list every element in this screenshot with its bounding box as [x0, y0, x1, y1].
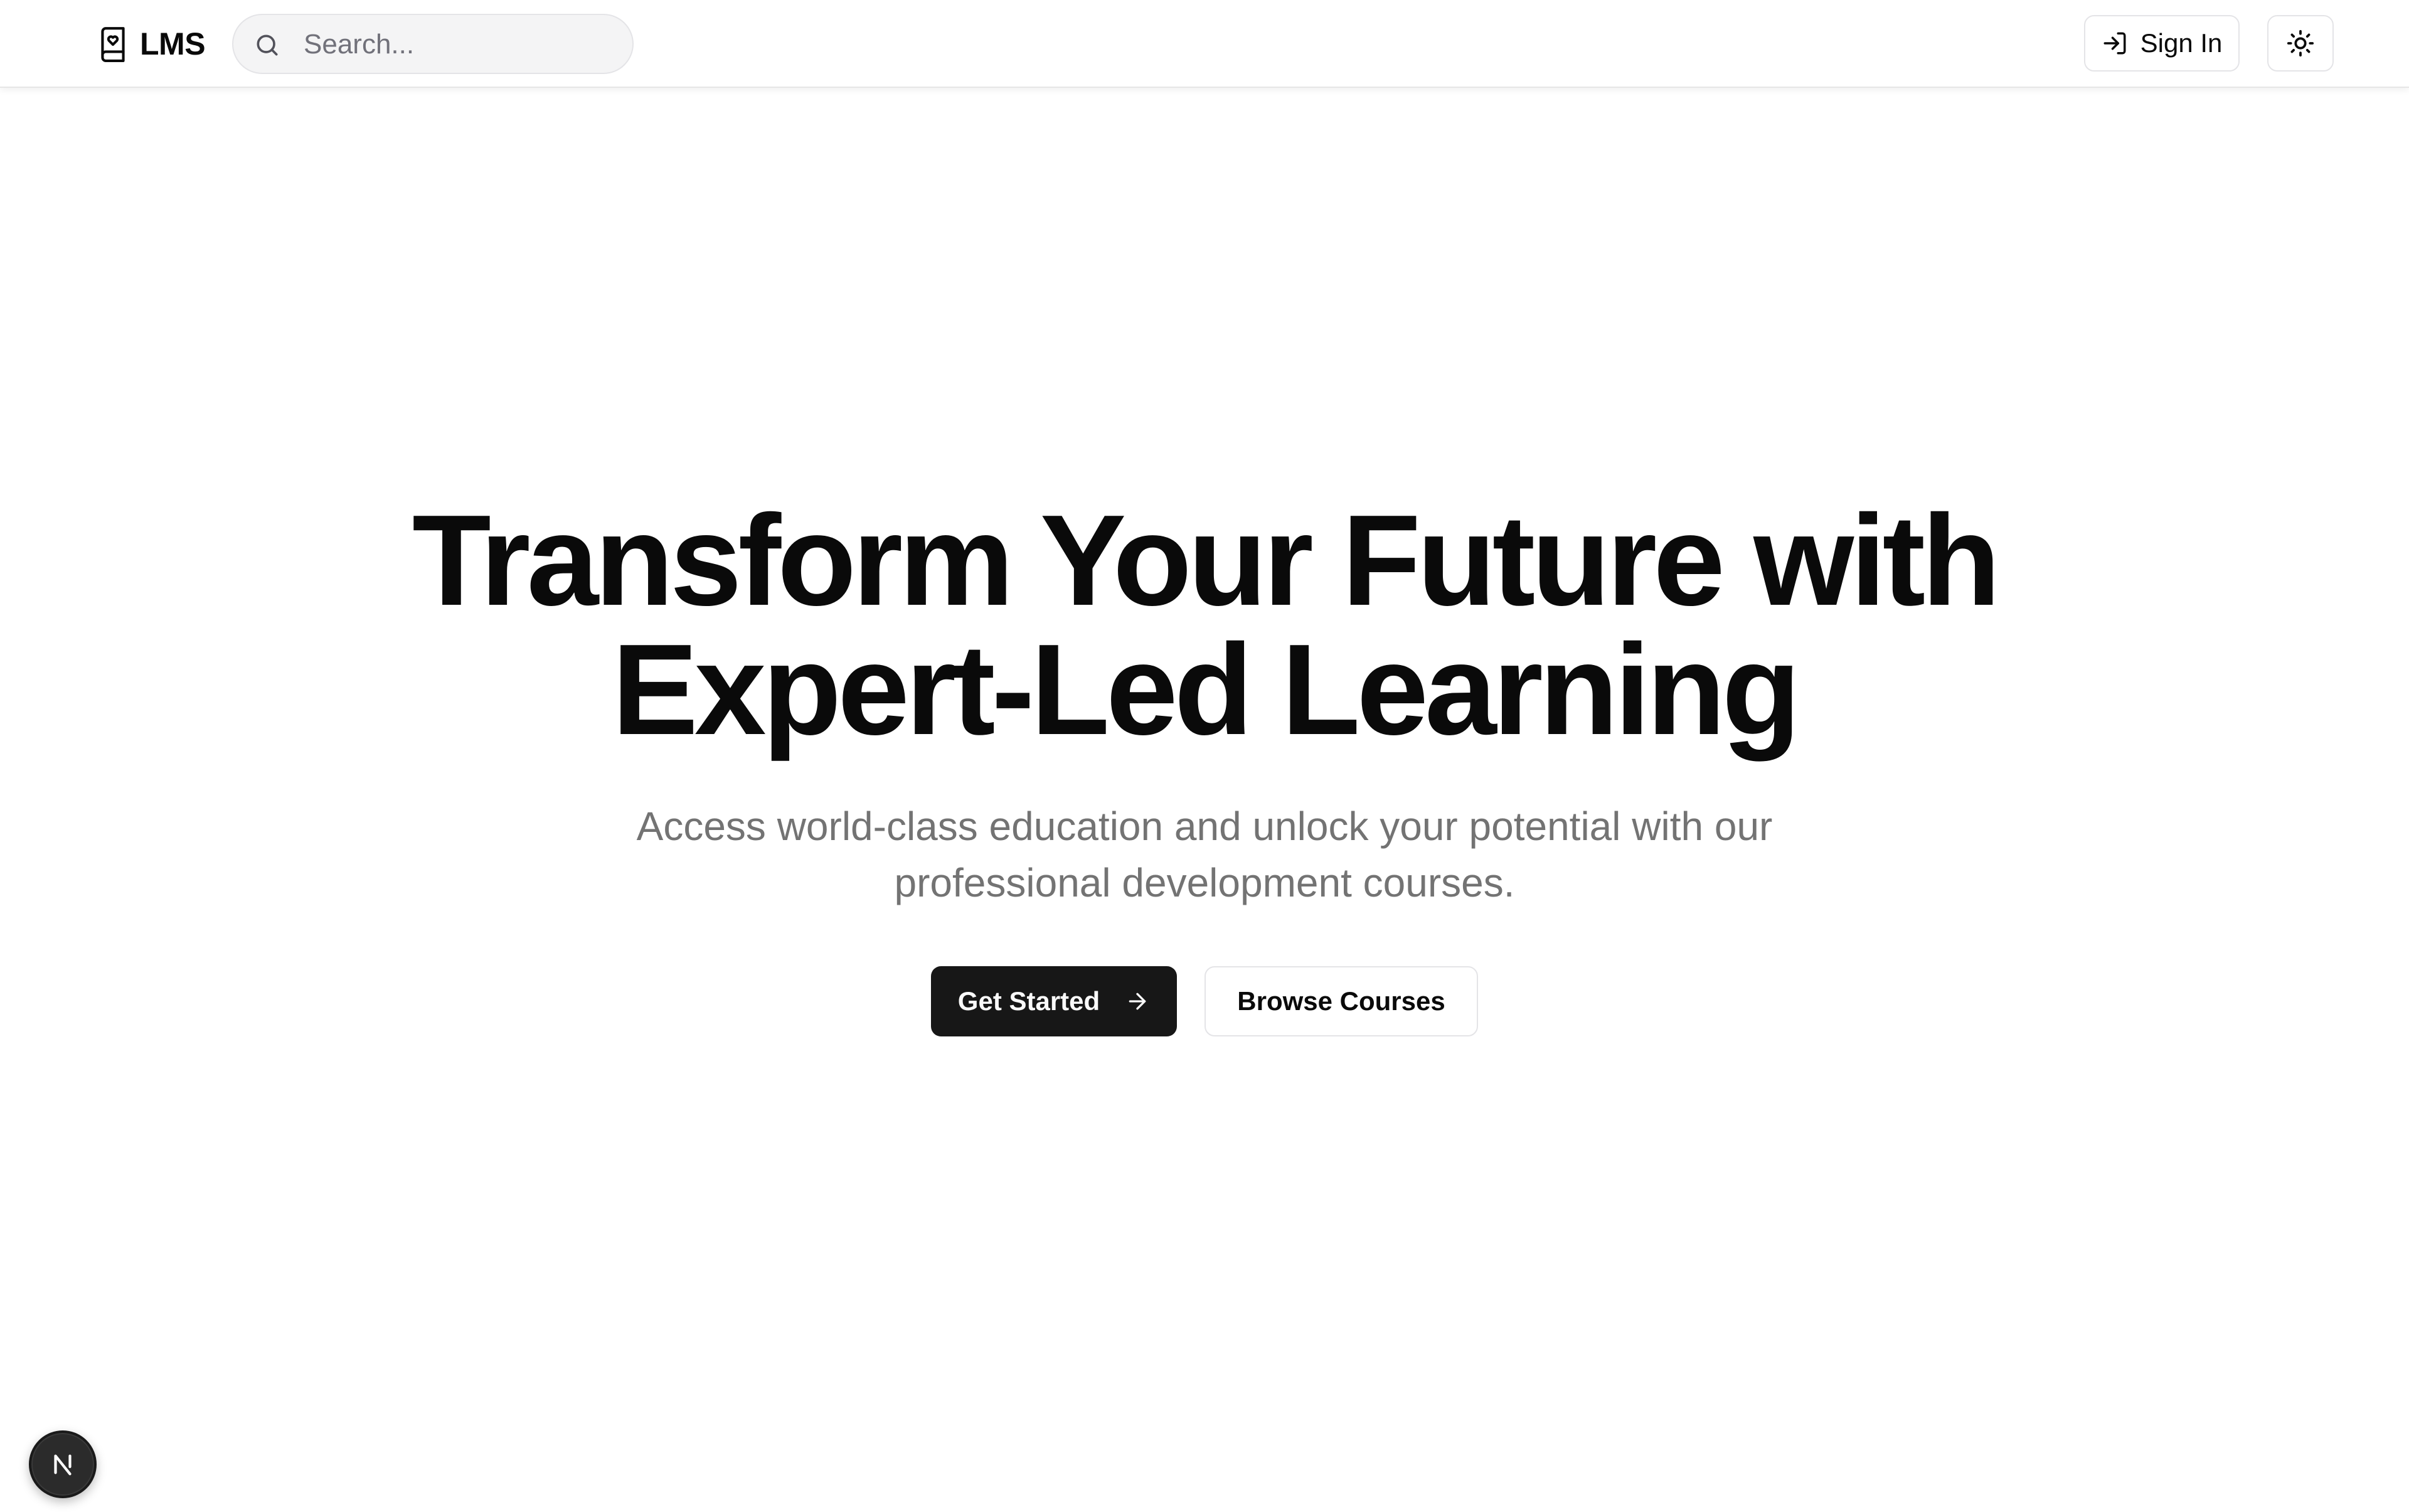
search-icon: [257, 35, 278, 56]
get-started-label: Get Started: [957, 986, 1100, 1016]
get-started-button[interactable]: Get Started: [931, 966, 1177, 1036]
browse-courses-button[interactable]: Browse Courses: [1204, 966, 1478, 1036]
book-heart-icon: [101, 27, 125, 62]
nextjs-dev-indicator-button[interactable]: [29, 1430, 97, 1498]
browse-courses-label: Browse Courses: [1237, 986, 1445, 1016]
sign-in-label: Sign In: [2140, 28, 2223, 58]
sun-icon: [2287, 29, 2314, 57]
hero-subtitle: Access world-class education and unlock …: [0, 798, 2409, 911]
nextjs-n-icon: [54, 1454, 72, 1476]
hero-title: Transform Your Future with Expert-Led Le…: [0, 496, 2409, 754]
brand-name: LMS: [140, 26, 206, 61]
hero-subtitle-line-1: Access world-class education and unlock …: [636, 804, 1773, 849]
page: LMS Sign In: [0, 0, 2409, 1512]
theme-toggle-button[interactable]: [2267, 15, 2334, 72]
log-in-icon: [2103, 32, 2126, 55]
search-input[interactable]: [304, 24, 617, 65]
brand-link[interactable]: LMS: [97, 24, 206, 64]
cta-button-row: Get Started Browse Courses: [0, 966, 2409, 1036]
top-navbar: LMS Sign In: [0, 0, 2409, 88]
hero-section: Transform Your Future with Expert-Led Le…: [0, 496, 2409, 911]
hero-title-line-2: Expert-Led Learning: [612, 617, 1800, 762]
hero-subtitle-line-2: professional development courses.: [894, 860, 1515, 905]
arrow-right-icon: [1129, 993, 1146, 1010]
search-box: [232, 14, 634, 74]
hero-title-line-1: Transform Your Future with: [412, 488, 2001, 632]
sign-in-button[interactable]: Sign In: [2084, 15, 2240, 72]
